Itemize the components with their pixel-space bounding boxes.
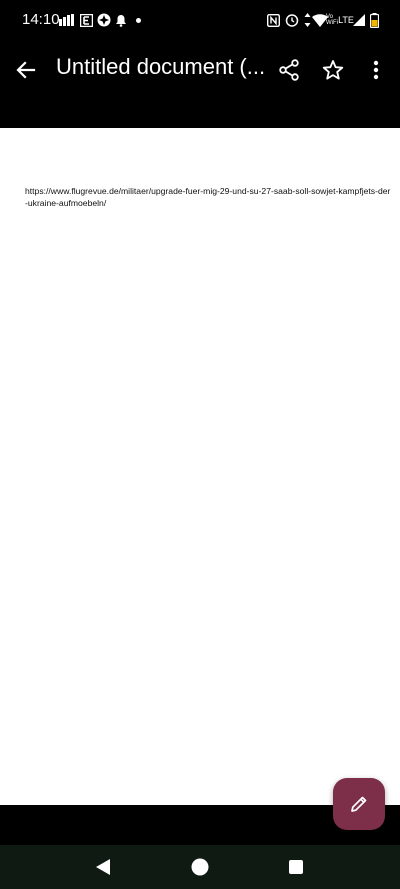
star-icon: [322, 60, 344, 80]
signal-bars-icon: [59, 12, 75, 28]
dot-icon: [134, 12, 142, 28]
pinwheel-icon: [96, 12, 112, 28]
share-button[interactable]: [271, 52, 307, 88]
e-app-icon: [79, 12, 93, 28]
edit-fab-button[interactable]: [333, 778, 385, 830]
star-button[interactable]: [315, 52, 351, 88]
lte-signal-icon: [353, 12, 365, 28]
nav-home-icon: [191, 858, 209, 876]
lte-label: LTE: [338, 15, 354, 25]
alarm-icon: [285, 12, 299, 28]
app-bar: Untitled document (...: [0, 40, 400, 128]
nav-recents-button[interactable]: [286, 857, 306, 877]
document-title[interactable]: Untitled document (...: [56, 54, 266, 80]
nav-recents-icon: [289, 860, 303, 874]
system-nav-bar: [0, 845, 400, 889]
status-bar: 14:10 Vo WiFi LTE: [0, 0, 400, 40]
more-vert-icon: [373, 60, 379, 80]
back-arrow-icon: [16, 61, 36, 79]
vowifi-icon: Vo WiFi: [326, 14, 338, 26]
edit-pencil-icon: [351, 796, 367, 812]
nav-back-button[interactable]: [93, 857, 113, 877]
document-page[interactable]: https://www.flugrevue.de/militaer/upgrad…: [0, 128, 400, 805]
document-body-text[interactable]: https://www.flugrevue.de/militaer/upgrad…: [25, 185, 391, 209]
battery-icon: [369, 12, 379, 28]
nav-back-icon: [96, 859, 110, 875]
nfc-icon: [266, 12, 280, 28]
more-options-button[interactable]: [358, 52, 394, 88]
status-time: 14:10: [22, 11, 60, 28]
nav-home-button[interactable]: [190, 857, 210, 877]
bell-icon: [114, 12, 128, 28]
back-button[interactable]: [8, 52, 44, 88]
share-icon: [279, 59, 299, 81]
data-arrows-icon: [303, 12, 311, 28]
